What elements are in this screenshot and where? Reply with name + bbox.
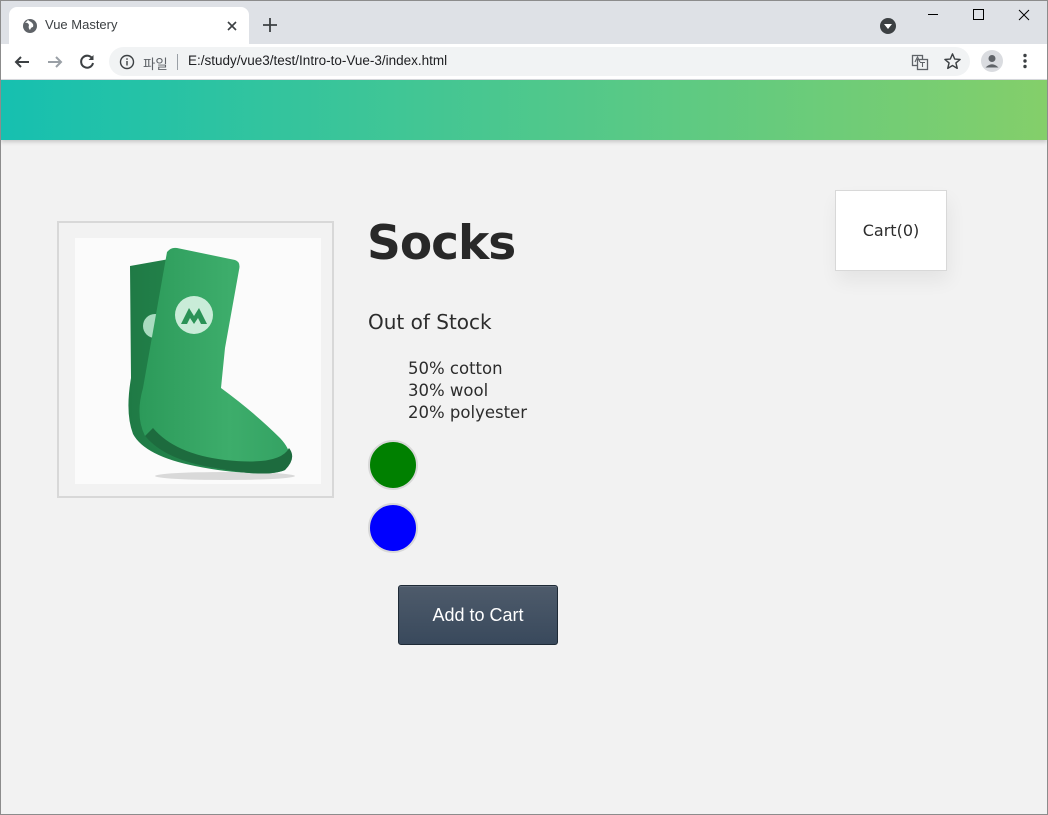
socks-image (128, 247, 295, 480)
url-separator (177, 54, 178, 70)
url-text[interactable]: E:/study/vue3/test/Intro-to-Vue-3/index.… (188, 53, 447, 68)
translate-icon[interactable] (911, 53, 929, 71)
window-close-icon[interactable] (1001, 0, 1047, 30)
browser-tab[interactable]: Vue Mastery (9, 7, 249, 44)
back-arrow-icon[interactable] (12, 52, 32, 72)
reload-icon[interactable] (77, 52, 97, 72)
product-title: Socks (367, 216, 516, 271)
globe-icon (23, 19, 37, 33)
product-image-frame (57, 221, 334, 498)
color-swatch-green[interactable] (368, 440, 418, 490)
close-icon[interactable] (224, 18, 240, 34)
add-to-cart-button[interactable]: Add to Cart (398, 585, 558, 645)
stock-status: Out of Stock (368, 310, 492, 334)
address-bar[interactable]: 파일 E:/study/vue3/test/Intro-to-Vue-3/ind… (109, 47, 970, 76)
product-details-list: 50% cotton 30% wool 20% polyester (408, 358, 527, 424)
color-swatch-blue[interactable] (368, 503, 418, 553)
tab-search-icon[interactable] (879, 17, 897, 35)
top-nav-bar (1, 80, 1047, 140)
cart-counter: Cart(0) (835, 190, 947, 271)
product-image (75, 238, 321, 484)
detail-item: 50% cotton (408, 359, 503, 378)
forward-arrow-icon[interactable] (45, 52, 65, 72)
tab-strip: Vue Mastery (0, 0, 1048, 44)
detail-item: 30% wool (408, 381, 489, 400)
detail-item: 20% polyester (408, 403, 527, 422)
minimize-icon[interactable] (910, 0, 956, 30)
info-icon[interactable] (119, 54, 135, 70)
bookmark-star-icon[interactable] (943, 52, 962, 71)
more-menu-icon[interactable] (1016, 52, 1034, 70)
url-scheme-label: 파일 (143, 57, 168, 72)
profile-avatar-icon[interactable] (981, 50, 1003, 72)
tab-title: Vue Mastery (45, 17, 118, 32)
new-tab-plus-icon[interactable] (261, 16, 279, 34)
maximize-icon[interactable] (956, 0, 1002, 30)
browser-toolbar: 파일 E:/study/vue3/test/Intro-to-Vue-3/ind… (0, 44, 1048, 80)
